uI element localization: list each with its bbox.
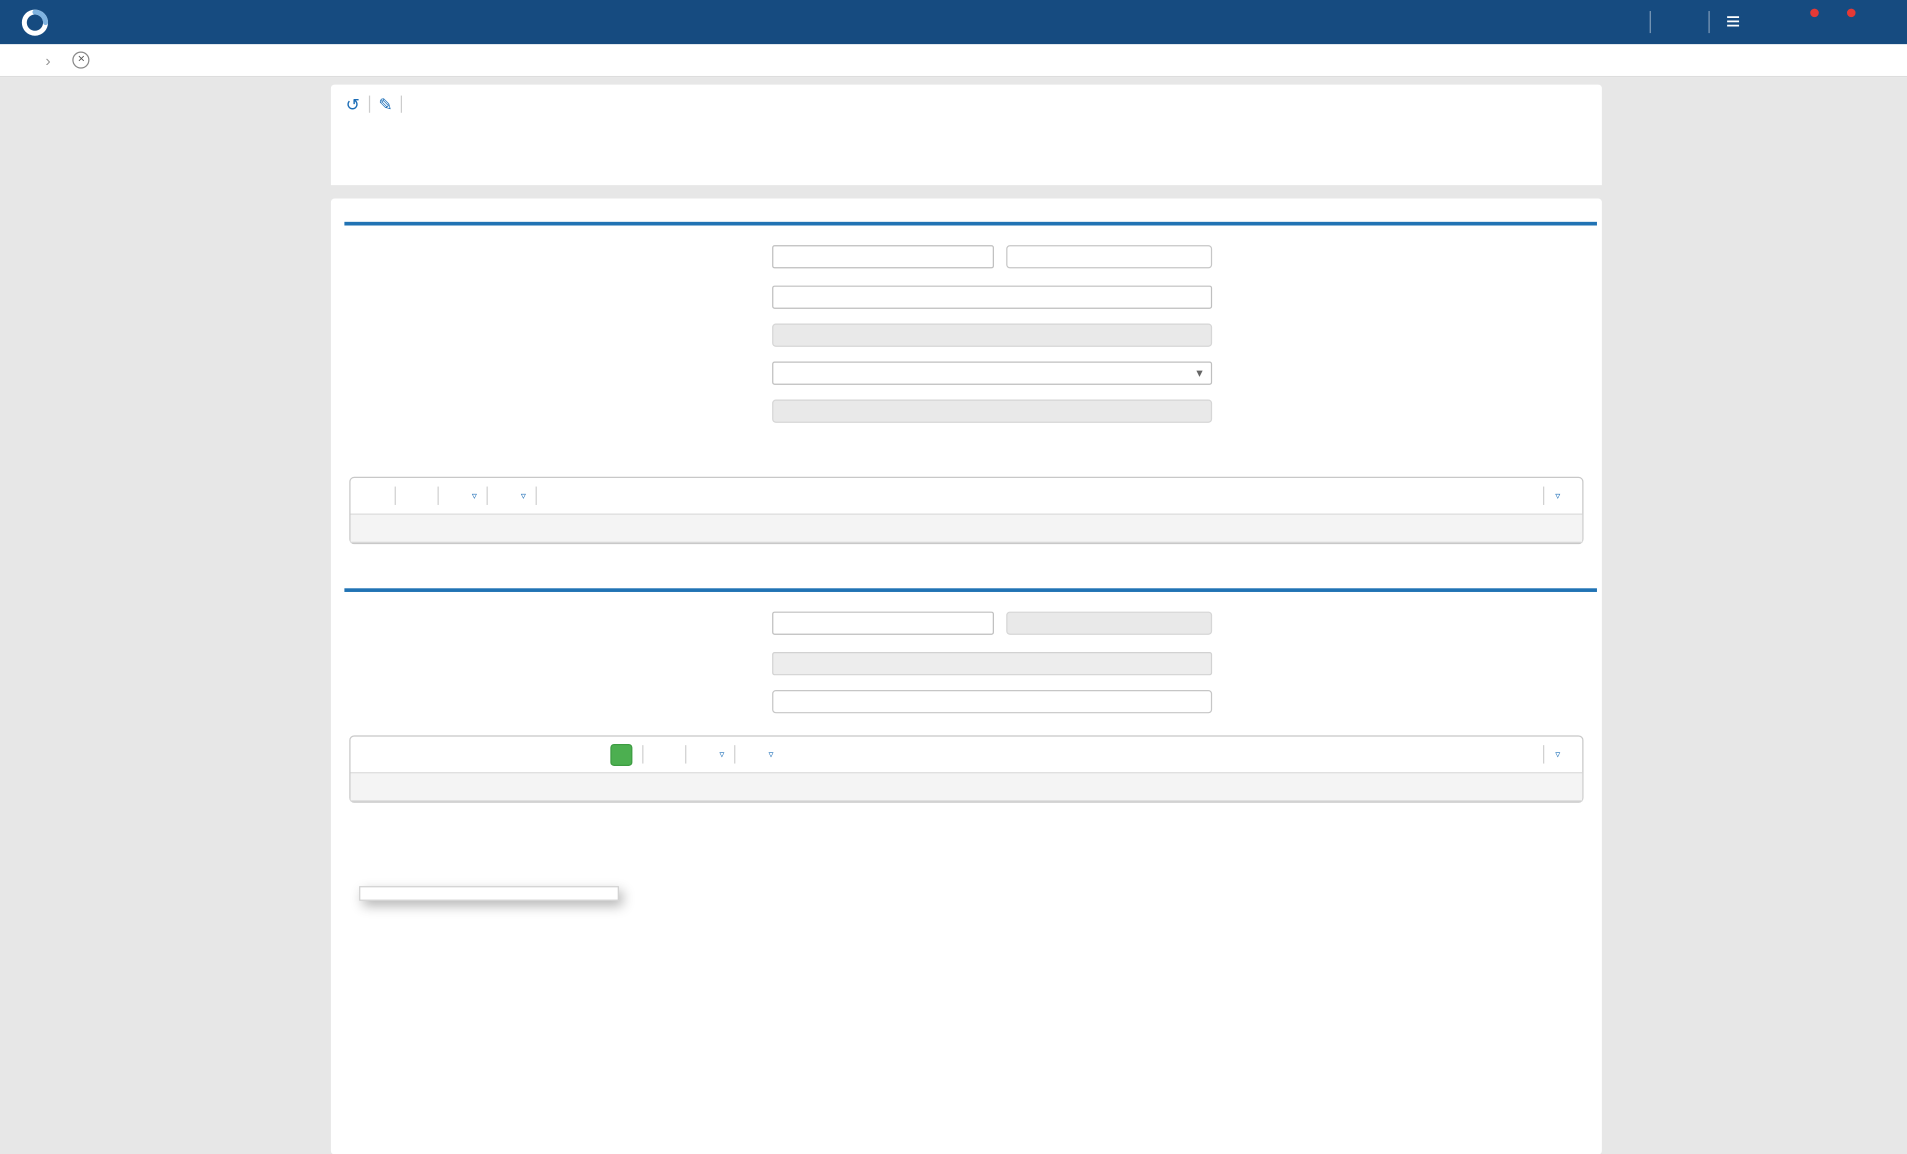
zahajit-fazi-button xyxy=(772,400,1212,423)
divider xyxy=(685,745,686,763)
filter-chevron-icon[interactable]: ▿ xyxy=(1555,749,1560,760)
export-table-button[interactable]: ▿ xyxy=(745,746,773,762)
section-title-zadost xyxy=(344,214,1597,225)
zadosti-table: ▿ ▿ ▿ xyxy=(349,477,1583,544)
messages-button[interactable] xyxy=(1830,12,1851,33)
tabs xyxy=(336,127,1602,156)
page-background: ↺ ✎ xyxy=(0,77,1907,1154)
typ-podani-select[interactable]: ▾ xyxy=(772,362,1212,385)
chevron-down-icon: ▿ xyxy=(768,749,773,760)
nabidky-table: ▿ ▿ ▿ xyxy=(349,735,1583,802)
breadcrumb-bar: › × xyxy=(0,44,1907,77)
notification-badge xyxy=(1847,8,1856,17)
zadosti-table-head xyxy=(351,514,1583,543)
nen-logo[interactable] xyxy=(20,7,65,38)
edit-record-icon[interactable]: ✎ xyxy=(378,96,392,113)
files-link[interactable] xyxy=(1560,450,1585,467)
document-edit-icon xyxy=(363,488,379,504)
evidovat-zadost-button[interactable] xyxy=(363,488,385,504)
calendar-button[interactable] xyxy=(1756,12,1777,33)
clock-icon xyxy=(1608,13,1626,31)
nabidky-table-head xyxy=(351,772,1583,801)
chevron-down-icon: ▿ xyxy=(472,490,477,501)
edit-icon xyxy=(1667,13,1685,31)
context-menu xyxy=(359,886,619,901)
chevron-right-icon: › xyxy=(45,51,50,69)
divider xyxy=(369,96,370,113)
divider xyxy=(401,96,402,113)
otevirani-button[interactable] xyxy=(610,743,632,765)
chevron-down-icon: ▿ xyxy=(521,490,526,501)
divider xyxy=(536,487,537,505)
otevirani-datetime-input[interactable] xyxy=(772,286,1212,309)
topbar-actions: ≡ xyxy=(1608,10,1887,35)
chevron-down-icon: ▾ xyxy=(1197,366,1203,379)
main-panel: ▾ xyxy=(331,199,1602,1154)
downloads-button[interactable] xyxy=(1793,12,1814,33)
record-toolbar: ↺ ✎ xyxy=(331,85,1602,118)
divider xyxy=(1650,11,1651,33)
home-icon[interactable] xyxy=(15,50,35,70)
download-icon xyxy=(406,488,422,504)
calendar-icon[interactable] xyxy=(898,249,913,264)
divider xyxy=(1543,745,1544,763)
nabidky-otevirani-datetime-input xyxy=(772,652,1212,675)
section-title-nabidky xyxy=(344,581,1597,592)
export-icon xyxy=(498,488,514,504)
close-record-icon[interactable]: × xyxy=(73,51,90,68)
download-icon xyxy=(1560,450,1577,467)
printer-icon xyxy=(449,488,465,504)
divider xyxy=(1543,487,1544,505)
menu-icon[interactable]: ≡ xyxy=(1726,10,1740,35)
calendar-icon[interactable] xyxy=(898,616,913,631)
calendar-icon xyxy=(987,656,1002,671)
nabidky-lhuta-datetime-input[interactable] xyxy=(772,612,994,635)
odeslani-vyzvy-zadosti-button xyxy=(772,324,1212,347)
stahnout-nabidky-button[interactable] xyxy=(653,746,675,762)
user-profile-button[interactable] xyxy=(1867,12,1888,33)
nabidky-table-toolbar: ▿ ▿ ▿ xyxy=(351,737,1583,773)
filter-chevron-icon[interactable]: ▿ xyxy=(1555,490,1560,501)
stahnout-zadosti-button[interactable] xyxy=(406,488,428,504)
print-table-button[interactable]: ▿ xyxy=(449,488,477,504)
odeslani-vyzvy-nabidek-button[interactable] xyxy=(772,690,1212,713)
divider xyxy=(395,487,396,505)
lhuta-datetime-input[interactable] xyxy=(772,245,994,268)
chevron-down-icon: ▿ xyxy=(719,749,724,760)
divider xyxy=(438,487,439,505)
filter-icon[interactable] xyxy=(1516,746,1533,763)
divider xyxy=(642,745,643,763)
vypocet-lhut-button xyxy=(1006,612,1212,635)
filter-icon[interactable] xyxy=(1516,487,1533,504)
divider xyxy=(734,745,735,763)
export-icon xyxy=(745,746,761,762)
calendar-icon[interactable] xyxy=(987,290,1002,305)
print-table-button[interactable]: ▿ xyxy=(696,746,724,762)
refresh-icon[interactable]: ↺ xyxy=(346,96,360,113)
topbar: ≡ xyxy=(0,0,1907,44)
create-vz-button[interactable] xyxy=(1667,13,1693,31)
divider xyxy=(1709,11,1710,33)
printer-icon xyxy=(696,746,712,762)
record-header-card: ↺ ✎ xyxy=(331,85,1602,185)
divider xyxy=(487,487,488,505)
vypocet-lhut-button[interactable] xyxy=(1006,245,1212,268)
notification-badge xyxy=(1810,8,1819,17)
export-table-button[interactable]: ▿ xyxy=(498,488,526,504)
nen-logo-icon xyxy=(20,7,51,38)
server-time xyxy=(1608,13,1634,31)
zadosti-table-toolbar: ▿ ▿ ▿ xyxy=(351,478,1583,514)
download-icon xyxy=(653,746,669,762)
